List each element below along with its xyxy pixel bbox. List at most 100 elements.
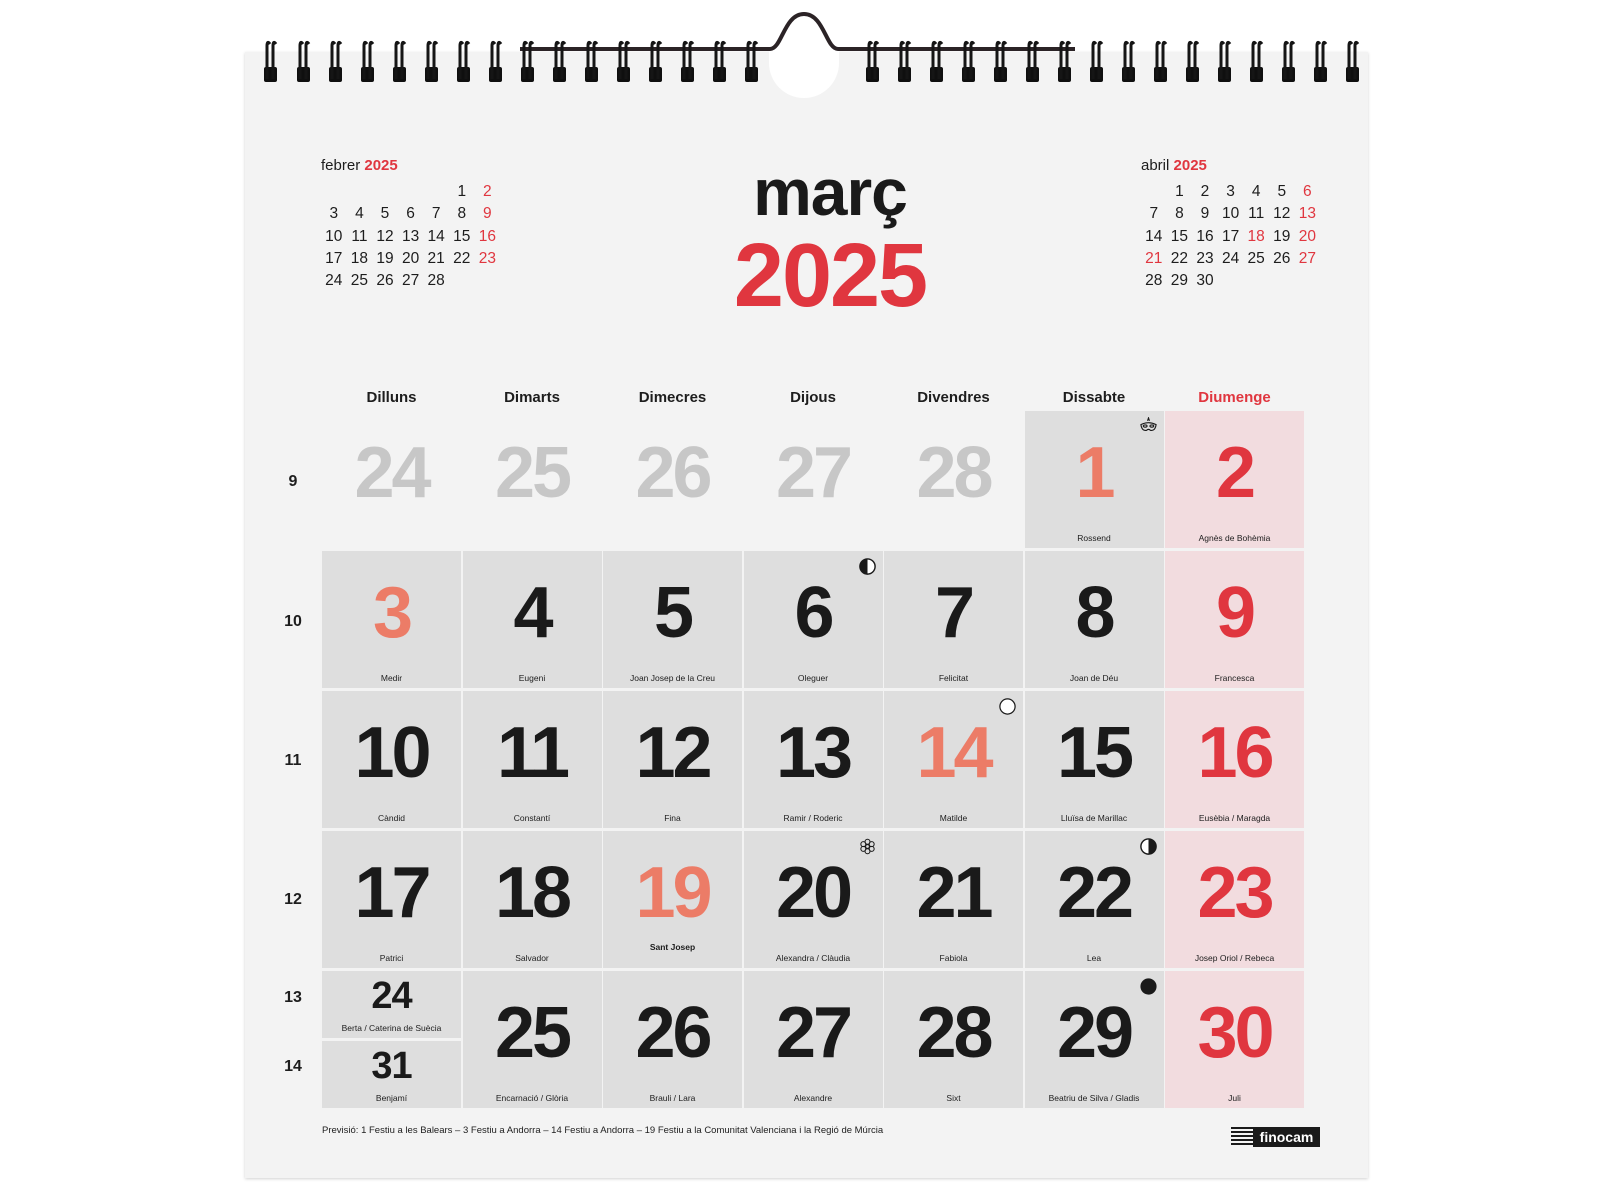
mini-day-empty	[398, 181, 424, 203]
week-number: 11	[284, 752, 302, 769]
mini-month-name: abril	[1141, 157, 1170, 174]
mini-day: 11	[351, 227, 368, 245]
day-cell: 18 Salvador	[462, 831, 602, 968]
mini-day: 21	[427, 249, 445, 267]
day-cell: 10 Càndid	[322, 691, 461, 828]
day-number: 30	[1197, 993, 1274, 1073]
mini-day: 16	[1196, 227, 1214, 245]
day-number: 17	[354, 853, 431, 933]
day-number: 20	[775, 853, 853, 933]
day-cell: 17 Patrici	[322, 831, 461, 968]
mini-day: 19	[376, 249, 394, 267]
day-number: 24	[371, 975, 412, 1017]
carnival-mask-icon	[1139, 416, 1158, 436]
saint-name: Felicitat	[938, 673, 969, 683]
day-number: 21	[916, 853, 993, 933]
saint-name: Benjamí	[375, 1093, 408, 1103]
day-number: 8	[1075, 573, 1115, 653]
mini-day: 9	[483, 205, 492, 223]
spring-flower-icon	[858, 837, 877, 856]
mini-day: 20	[401, 249, 420, 267]
saint-name: Alexandra / Clàudia	[775, 953, 851, 963]
day-cell: 4 Eugeni	[462, 551, 602, 688]
mini-day: 16	[478, 227, 496, 245]
mini-month-name: febrer	[321, 157, 361, 174]
mini-day-empty	[372, 181, 398, 203]
mini-day: 22	[1170, 249, 1189, 267]
day-number: 19	[635, 853, 712, 933]
mini-day: 2	[1200, 183, 1210, 200]
mini-day: 30	[1196, 272, 1214, 290]
month-year: 2025	[733, 226, 928, 326]
day-cell: 5 Joan Josep de la Creu	[603, 551, 742, 688]
day-cell: 20 Alexandra / Clàudia	[743, 831, 883, 968]
week-number: 12	[284, 891, 302, 908]
mini-day: 28	[1145, 272, 1163, 290]
saint-name: Sant Josep	[649, 942, 696, 952]
mini-calendar-days: 1 2 3 4 5 6 7 8 9 10 11 12 13 14 15 16 17 18 19 20 21 22 23 24 2…	[1141, 181, 1320, 292]
weekday-dijous: Dijous	[790, 389, 836, 406]
day-cell: 28 Sixt	[884, 971, 1023, 1108]
day-number: 27	[775, 433, 853, 513]
saint-name: Joan Josep de la Creu	[629, 673, 716, 683]
day-number: 22	[1056, 853, 1134, 933]
weekday-diumenge: Diumenge	[1198, 389, 1271, 406]
mini-day: 26	[376, 272, 394, 290]
saint-name: Eusèbia / Maragda	[1198, 813, 1271, 823]
saint-name: Juli	[1228, 1093, 1241, 1103]
saint-name: Lea	[1086, 953, 1102, 963]
saint-name: Josep Oriol / Rebeca	[1194, 953, 1275, 963]
mini-day: 14	[1145, 227, 1163, 245]
day-number: 15	[1056, 713, 1134, 793]
mini-day: 22	[453, 249, 471, 267]
saint-name: Oleguer	[797, 673, 829, 683]
mini-day: 6	[406, 205, 415, 223]
mini-day: 7	[431, 205, 441, 223]
day-number: 4	[513, 573, 553, 653]
full-moon-icon	[998, 697, 1017, 716]
day-number: 14	[916, 713, 993, 793]
mini-day: 15	[453, 227, 471, 245]
day-number: 3	[372, 573, 413, 653]
weekday-dissabte: Dissabte	[1062, 389, 1126, 406]
saint-name: Medir	[380, 673, 403, 683]
mini-day: 18	[350, 249, 369, 267]
week-number: 13	[284, 989, 302, 1006]
mini-day: 26	[1273, 249, 1291, 267]
mini-day: 17	[325, 249, 343, 267]
mini-day-empty	[321, 181, 347, 203]
day-cell: 13 Ramir / Roderic	[743, 691, 883, 828]
mini-day: 24	[325, 272, 343, 290]
week-number: 10	[284, 613, 302, 630]
mini-day: 27	[1298, 249, 1316, 267]
mini-day: 11	[1248, 205, 1265, 223]
saint-name: Ramir / Roderic	[783, 813, 843, 823]
mini-day: 19	[1273, 227, 1291, 245]
day-number: 25	[494, 433, 572, 513]
mini-day: 5	[380, 205, 390, 223]
saint-name: Patrici	[379, 953, 404, 963]
day-cell: 2 Agnès de Bohèmia	[1165, 411, 1304, 548]
day-cell: 6 Oleguer	[743, 551, 883, 688]
saint-name: Càndid	[378, 813, 405, 823]
new-moon-icon	[1139, 977, 1158, 996]
day-cell: 25 Encarnació / Glòria	[462, 971, 602, 1108]
first-quarter-moon-icon	[858, 557, 877, 576]
day-cell-half: 24 Berta / Caterina de Suècia	[322, 971, 461, 1038]
day-number: 28	[916, 993, 993, 1073]
day-number: 26	[635, 993, 712, 1073]
mini-day: 10	[1221, 205, 1240, 223]
day-cell: 30 Juli	[1165, 971, 1304, 1108]
day-number: 24	[354, 433, 431, 513]
day-cell: 14 Matilde	[884, 691, 1023, 828]
mini-day-empty	[1141, 181, 1167, 203]
day-cell: 12 Fina	[603, 691, 742, 828]
day-cell: 27 Alexandre	[743, 971, 883, 1108]
saint-name: Francesca	[1214, 673, 1255, 683]
mini-day: 10	[325, 227, 343, 245]
mini-day: 14	[427, 227, 445, 245]
saint-name: Sixt	[946, 1093, 961, 1103]
day-number: 7	[934, 573, 975, 653]
day-number: 11	[496, 713, 570, 793]
day-number: 2	[1215, 433, 1256, 513]
